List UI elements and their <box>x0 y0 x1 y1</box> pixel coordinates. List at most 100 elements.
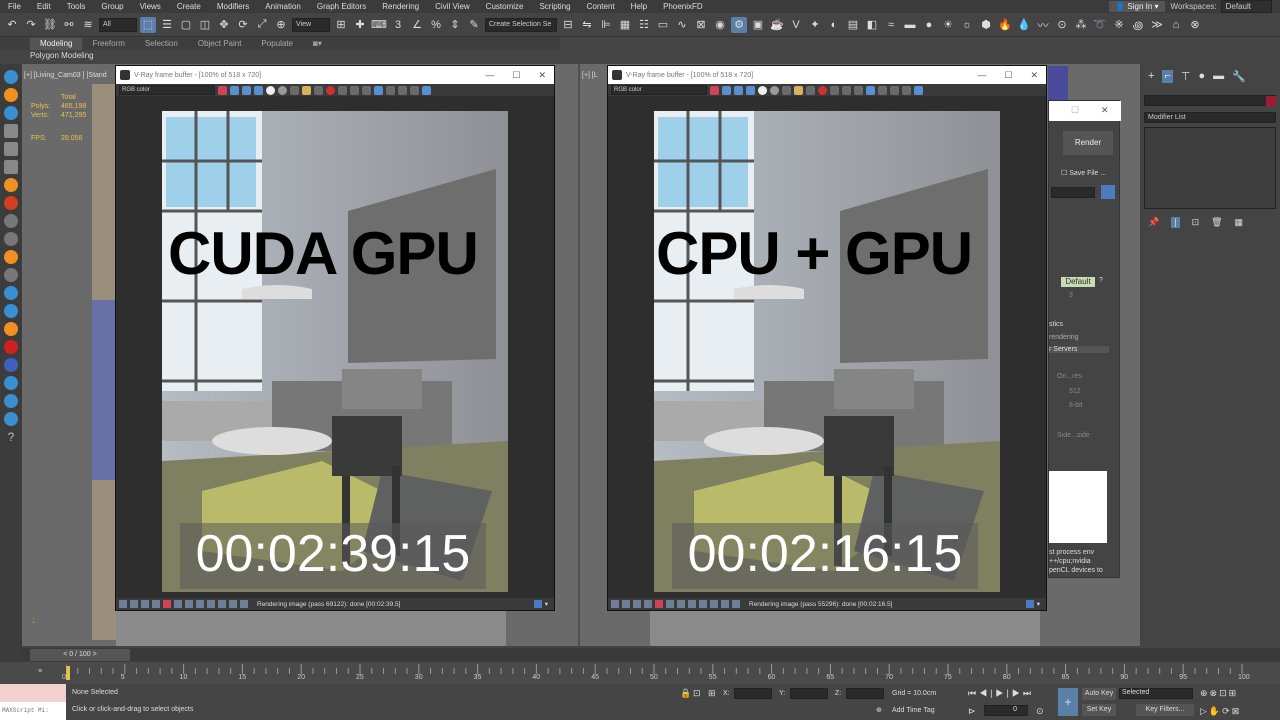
maximize-icon[interactable]: ☐ <box>512 70 520 81</box>
phoenix-mass-icon[interactable]: ⊗ <box>1187 17 1203 33</box>
wet-map-icon[interactable] <box>4 394 18 408</box>
placement-icon[interactable]: ⊕ <box>273 17 289 33</box>
render-setup-window[interactable]: ☐ ✕ Render ☐ Save File ... Default ? 3 s… <box>1048 100 1121 578</box>
align-icon[interactable]: ⊫ <box>598 17 614 33</box>
menu-group[interactable]: Group <box>93 2 131 11</box>
status-menu-icon[interactable]: ▾ <box>545 600 554 608</box>
select-object-icon[interactable]: ⬚ <box>140 16 156 33</box>
maximize-icon[interactable]: ☐ <box>1071 105 1079 116</box>
status-icon-3[interactable] <box>633 600 641 608</box>
go-to-start-icon[interactable]: ⏮ <box>968 688 979 698</box>
pan-icon[interactable]: ✋ <box>1209 706 1222 716</box>
viewport-label-left[interactable]: [+] [Living_Cam03 ] [Stand <box>24 72 107 79</box>
status-icon-7[interactable] <box>185 600 193 608</box>
redo-icon[interactable]: ↷ <box>23 17 39 33</box>
move-icon[interactable]: ✥ <box>216 17 232 33</box>
helper-icon[interactable] <box>4 106 18 120</box>
fire-preset-icon[interactable] <box>4 196 18 210</box>
vray-camera-icon[interactable]: ◐ <box>826 17 842 33</box>
workspace-dropdown[interactable]: Default <box>1220 0 1272 13</box>
menu-modifiers[interactable]: Modifiers <box>209 2 257 11</box>
object-name-field[interactable] <box>1144 95 1276 106</box>
emitter-icon[interactable] <box>4 250 18 264</box>
phoenix-ocean-icon[interactable]: 〰 <box>1035 17 1051 33</box>
window-crossing-icon[interactable]: ◫ <box>197 17 213 33</box>
menu-tools[interactable]: Tools <box>59 2 94 11</box>
status-icon-6[interactable] <box>666 600 674 608</box>
vray-sun-icon[interactable]: ☼ <box>959 17 975 33</box>
zoom-all-icon[interactable]: ⊗ <box>1210 688 1220 698</box>
material-editor-icon[interactable]: ◉ <box>712 17 728 33</box>
vray-mesh-icon[interactable]: ⬢ <box>978 17 994 33</box>
status-icon-5[interactable] <box>655 600 663 608</box>
vray-plane-icon[interactable]: ▬ <box>902 17 918 33</box>
save-file-checkbox[interactable]: ☐ Save File ... <box>1061 169 1106 177</box>
trackbar-mini-curve-icon[interactable]: ≡ <box>0 662 66 684</box>
vfb-load-icon[interactable] <box>302 85 311 95</box>
minimize-icon[interactable]: — <box>485 70 494 81</box>
status-icon-5[interactable] <box>163 600 171 608</box>
mirror-icon[interactable]: ⇋ <box>579 17 595 33</box>
render-setup-icon[interactable]: ⚙ <box>731 16 747 33</box>
phoenix-fire-icon[interactable]: 🔥 <box>997 17 1013 33</box>
render-production-icon[interactable]: ☕ <box>769 17 785 33</box>
scene-explorer-icon[interactable]: ▦ <box>617 17 633 33</box>
vfb-compare-icon[interactable] <box>386 85 395 95</box>
phoenix-camera-icon[interactable]: ⌂ <box>1168 17 1184 33</box>
scale-icon[interactable]: ⤢ <box>254 17 270 33</box>
log-text-area[interactable] <box>1049 471 1107 543</box>
phoenix-turbulence-icon[interactable]: ※ <box>1111 17 1127 33</box>
menu-animation[interactable]: Animation <box>257 2 309 11</box>
turbulence-icon[interactable] <box>4 232 18 246</box>
record-icon[interactable] <box>4 340 18 354</box>
pivot-icon[interactable]: ⊞ <box>333 17 349 33</box>
status-icon-12[interactable] <box>240 600 248 608</box>
rendered-frame-window-icon[interactable]: ▣ <box>750 17 766 33</box>
ribbon-subtitle[interactable]: Polygon Modeling <box>30 51 230 63</box>
menu-phoenixfd[interactable]: PhoenixFD <box>655 2 711 11</box>
status-icon-7[interactable] <box>677 600 685 608</box>
vfb-render-icon[interactable] <box>914 85 923 95</box>
selection-set-icon[interactable]: ⊟ <box>560 17 576 33</box>
phoenix-foam-icon[interactable]: ⁂ <box>1073 17 1089 33</box>
orbit-icon[interactable]: ⟳ <box>1222 706 1232 716</box>
layer-explorer-icon[interactable]: ☷ <box>636 17 652 33</box>
curve-editor-icon[interactable]: ∿ <box>674 17 690 33</box>
time-config-icon[interactable]: ⊙ <box>1036 706 1044 717</box>
spinner-snap-icon[interactable]: ⇕ <box>447 17 463 33</box>
reference-coordinate-dropdown[interactable]: View <box>292 17 330 32</box>
status-icon-9[interactable] <box>699 600 707 608</box>
servers-button[interactable]: r Servers <box>1049 346 1109 353</box>
pause-icon[interactable] <box>4 142 18 156</box>
tab-modeling[interactable]: Modeling <box>30 38 83 50</box>
go-to-end-icon[interactable]: ⏭ <box>1023 688 1034 698</box>
menu-create[interactable]: Create <box>169 2 209 11</box>
trackbar[interactable]: ≡ 0 5 10 15 20 25 30 35 40 45 50 55 60 65 70 75 80 85 90 95… <box>0 662 1280 684</box>
tab-selection[interactable]: Selection <box>135 38 188 50</box>
zoom-extents-all-icon[interactable]: ⊞ <box>1229 688 1239 698</box>
menu-scripting[interactable]: Scripting <box>531 2 578 11</box>
status-icon-11[interactable] <box>721 600 729 608</box>
vray-fur-icon[interactable]: ≈ <box>883 17 899 33</box>
render-setup-titlebar[interactable]: ☐ ✕ <box>1049 101 1121 121</box>
selection-filter-dropdown[interactable]: All <box>99 17 137 32</box>
menu-customize[interactable]: Customize <box>478 2 532 11</box>
status-icon-2[interactable] <box>622 600 630 608</box>
vray-sphere-icon[interactable]: ● <box>921 17 937 33</box>
menu-graph-editors[interactable]: Graph Editors <box>309 2 374 11</box>
modifier-stack[interactable] <box>1144 127 1276 209</box>
help-icon[interactable]: ? <box>1099 277 1103 284</box>
foam-icon[interactable] <box>4 376 18 390</box>
snaps-icon[interactable]: 3 <box>390 17 406 33</box>
stop-icon[interactable] <box>4 160 18 174</box>
time-slider-knob[interactable]: < 0 / 100 > <box>30 649 130 661</box>
phoenix-vortex-icon[interactable]: ꩜ <box>1130 17 1146 33</box>
vfb-alpha-channel-icon[interactable] <box>254 85 263 95</box>
select-manipulate-icon[interactable]: ✚ <box>352 17 368 33</box>
vfb-window-right[interactable]: V-Ray frame buffer - [100% of 518 x 720]… <box>607 65 1047 611</box>
menu-rendering[interactable]: Rendering <box>374 2 427 11</box>
zoom-icon[interactable]: ⊕ <box>1200 688 1210 698</box>
ribbon-options-icon[interactable]: ◙▾ <box>303 38 332 50</box>
key-filters-button[interactable]: Key Filters... <box>1136 704 1194 716</box>
set-key-big-icon[interactable]: + <box>1058 688 1078 716</box>
